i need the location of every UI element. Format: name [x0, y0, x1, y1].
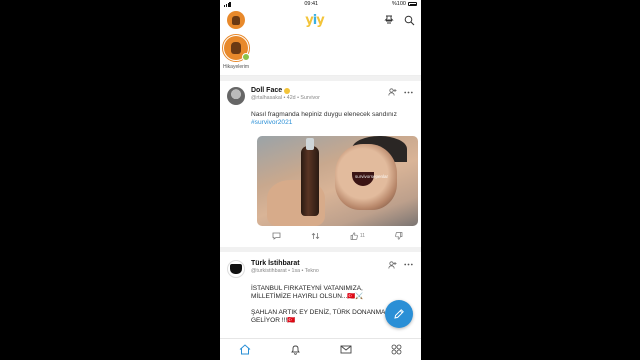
post-text-line: İSTANBUL FIRKATEYNİ VATANIMIZA,: [251, 284, 363, 292]
notifications-icon[interactable]: [290, 344, 301, 355]
status-bar: 09:41 %100: [220, 0, 421, 8]
add-story-icon: [242, 53, 250, 61]
follow-user-icon[interactable]: [388, 261, 397, 269]
thumbs-down-icon[interactable]: [395, 231, 403, 240]
status-battery-text: %100: [391, 1, 406, 7]
post-meta: @rtalhasakal • 42d • Survivor: [251, 95, 320, 101]
thumbs-up-icon: [350, 232, 358, 240]
messages-icon[interactable]: [340, 345, 352, 354]
verified-badge-icon: [284, 87, 291, 94]
status-time: 09:41: [304, 1, 319, 7]
more-options-icon[interactable]: [404, 91, 413, 94]
search-icon[interactable]: [404, 15, 415, 26]
story-avatar: [222, 34, 250, 62]
post-card[interactable]: Doll Face @rtalhasakal • 42d • Survivor …: [220, 81, 421, 247]
comment-icon[interactable]: [272, 232, 281, 240]
post-meta: @turkistihbarat • 1sa • Tekno: [251, 267, 319, 274]
more-options-icon[interactable]: [404, 263, 413, 266]
filter-icon[interactable]: [384, 15, 394, 25]
story-label: Hikayelerim: [222, 64, 250, 70]
app-logo[interactable]: yiy: [305, 13, 325, 28]
top-bar: yiy: [220, 8, 421, 32]
user-avatar[interactable]: [227, 259, 245, 278]
stories-bar: Hikayelerim: [220, 32, 421, 76]
like-count: 11: [359, 232, 366, 239]
user-name[interactable]: Türk İstihbarat: [251, 260, 300, 267]
home-icon[interactable]: [239, 344, 251, 355]
post-image[interactable]: survivorsepenlar: [257, 135, 418, 226]
signal-icon: [224, 2, 231, 7]
compose-button[interactable]: [385, 300, 413, 328]
repost-icon[interactable]: [311, 232, 320, 240]
story-item-mine[interactable]: Hikayelerim: [221, 34, 251, 70]
post-text: Nasıl fragmanda hepiniz duygu elenecek s…: [251, 111, 397, 118]
user-avatar[interactable]: [227, 87, 245, 105]
pencil-icon: [394, 309, 404, 319]
like-button[interactable]: 11: [350, 232, 365, 240]
profile-avatar-button[interactable]: [227, 11, 245, 29]
follow-user-icon[interactable]: [388, 88, 397, 96]
battery-icon: [408, 2, 417, 6]
post-action-row: 11: [257, 229, 418, 243]
hashtag-link[interactable]: #survivor2021: [251, 119, 413, 127]
post-text-line: MİLLETİMİZE HAYIRLI OLSUN...🇹🇷⚔️: [251, 293, 364, 301]
apps-grid-icon[interactable]: [391, 344, 402, 355]
phone-screen: 09:41 %100 yiy Hikayelerim Doll Face @rt…: [220, 0, 421, 360]
image-watermark: survivorsepenlar: [355, 173, 389, 179]
user-name[interactable]: Doll Face: [251, 87, 282, 94]
bottom-nav: [220, 338, 421, 360]
